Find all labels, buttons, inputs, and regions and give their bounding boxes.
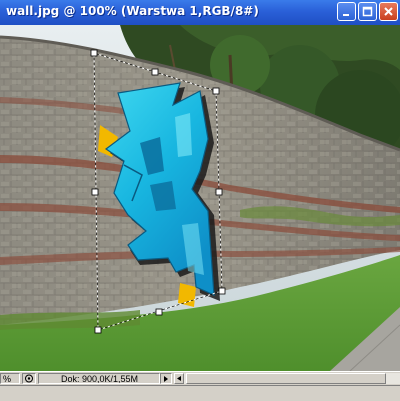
scroll-left-button[interactable] — [174, 373, 184, 384]
transform-handle-top-left[interactable] — [90, 49, 98, 57]
minimize-icon — [343, 14, 349, 16]
maximize-button[interactable] — [358, 2, 377, 21]
transform-handle-bottom-right[interactable] — [218, 287, 226, 295]
minimize-button[interactable] — [337, 2, 356, 21]
close-icon — [384, 7, 393, 16]
scrollbar-thumb[interactable] — [186, 373, 386, 384]
window-title: wall.jpg @ 100% (Warstwa 1,RGB/8#) — [6, 4, 259, 18]
transform-handle-top[interactable] — [151, 68, 159, 76]
window-controls — [337, 2, 398, 21]
zoom-field[interactable]: % — [0, 373, 20, 384]
navigator-button[interactable] — [22, 373, 36, 384]
window-bottom-frame — [0, 385, 400, 401]
horizontal-scrollbar[interactable] — [174, 373, 400, 384]
transform-handle-top-right[interactable] — [212, 87, 220, 95]
close-button[interactable] — [379, 2, 398, 21]
document-canvas[interactable] — [0, 25, 400, 371]
triangle-right-icon — [164, 375, 168, 382]
window-title-bar[interactable]: wall.jpg @ 100% (Warstwa 1,RGB/8#) — [0, 0, 400, 26]
document-size-info: Dok: 900,0K/1,55M — [38, 373, 160, 384]
scroll-left-icon — [177, 376, 181, 381]
transform-handle-right[interactable] — [215, 188, 223, 196]
wall-photo — [0, 25, 400, 371]
status-bar: % Dok: 900,0K/1,55M — [0, 371, 400, 386]
transform-handle-bottom-left[interactable] — [94, 326, 102, 334]
transform-handle-left[interactable] — [91, 188, 99, 196]
navigator-icon — [25, 374, 33, 383]
transform-handle-bottom[interactable] — [155, 308, 163, 316]
status-menu-button[interactable] — [160, 373, 172, 384]
maximize-icon — [362, 6, 373, 17]
